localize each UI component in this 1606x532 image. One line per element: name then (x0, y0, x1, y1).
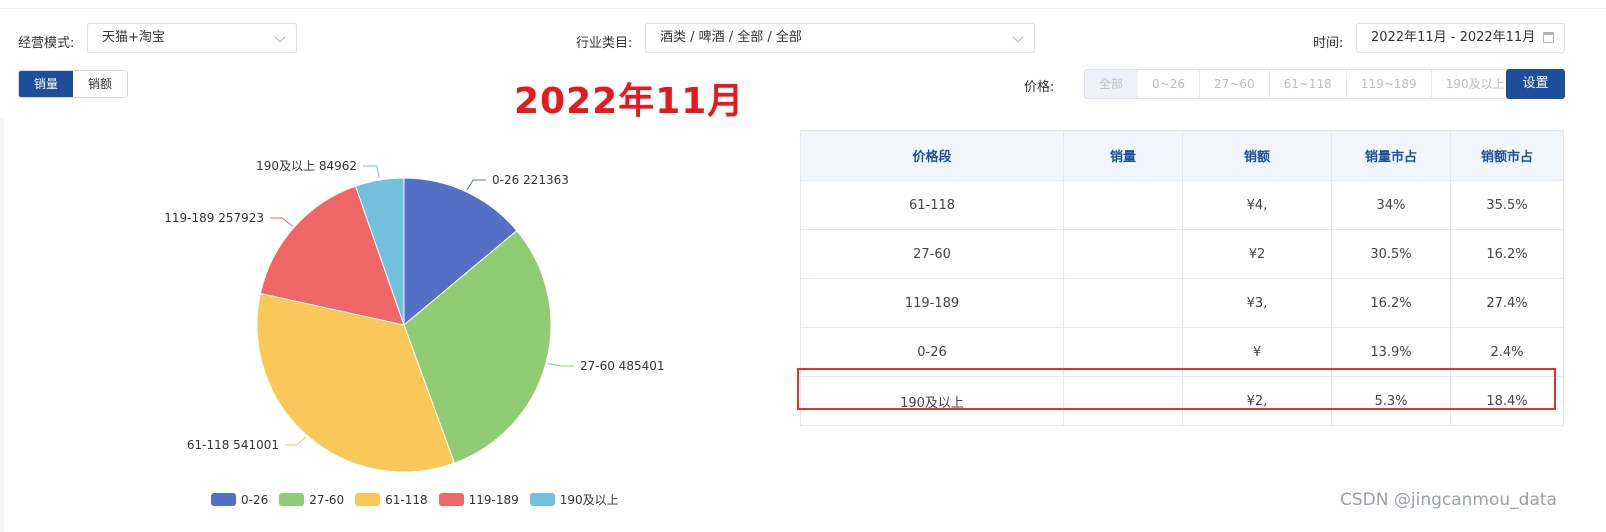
chart-legend: 0-26 27-60 61-118 119-189 190及以上 (211, 491, 630, 508)
col-price-segment: 价格段 (800, 130, 1064, 181)
legend-item[interactable]: 27-60 (279, 493, 344, 507)
price-option-all[interactable]: 全部 (1085, 70, 1138, 98)
leader-line (547, 363, 574, 367)
category-value: 酒类 / 啤酒 / 全部 / 全部 (660, 30, 802, 45)
cell-amount-share: 16.2% (1450, 229, 1564, 279)
table-row: 119-189 ¥3, 16.2% 27.4% (800, 278, 1564, 328)
legend-label: 190及以上 (559, 493, 619, 507)
time-label: 时间: (1313, 36, 1344, 51)
slice-label: 0-26 221363 (492, 173, 569, 187)
price-option-61-118[interactable]: 61~118 (1268, 70, 1346, 98)
cell-segment: 61-118 (800, 180, 1064, 230)
table-row: 27-60 ¥2 30.5% 16.2% (800, 229, 1564, 279)
cell-amount-share: 35.5% (1450, 180, 1564, 230)
leader-line (285, 436, 307, 446)
table-row: 61-118 ¥4, 34% 35.5% (800, 180, 1564, 230)
legend-swatch (529, 493, 555, 506)
price-option-119-189[interactable]: 119~189 (1345, 70, 1431, 98)
legend-label: 119-189 (468, 492, 519, 507)
col-sales-amount: 销额 (1182, 130, 1332, 181)
cell-amount: ¥3, (1182, 278, 1332, 328)
legend-swatch (279, 493, 305, 506)
legend-swatch (355, 493, 381, 506)
sales-volume-button[interactable]: 销量 (19, 71, 74, 97)
top-divider (0, 8, 1606, 9)
legend-swatch (211, 493, 236, 506)
slice-label: 61-118 541001 (187, 438, 279, 452)
col-sales-volume: 销量 (1063, 130, 1183, 181)
legend-label: 27-60 (309, 492, 345, 507)
highlight-box (797, 368, 1556, 410)
legend-item[interactable]: 61-118 (355, 493, 428, 507)
cell-volume-share: 16.2% (1331, 278, 1451, 328)
cell-segment: 27-60 (800, 229, 1064, 279)
col-amount-share: 销额市占 (1450, 130, 1564, 181)
cell-segment: 119-189 (800, 278, 1064, 328)
business-mode-value: 天猫+淘宝 (102, 30, 165, 45)
price-option-0-26[interactable]: 0~26 (1137, 70, 1199, 98)
table-header-row: 价格段 销量 销额 销量市占 销额市占 (800, 130, 1564, 181)
settings-button[interactable]: 设置 (1506, 69, 1565, 99)
category-label: 行业类目: (576, 36, 633, 51)
slice-label: 119-189 257923 (164, 211, 264, 225)
cell-volume (1063, 278, 1183, 328)
price-range-filter: 全部 0~26 27~60 61~118 119~189 190及以上 (1084, 69, 1520, 99)
leader-line (363, 165, 380, 179)
cell-amount: ¥4, (1182, 180, 1332, 230)
leader-line (466, 179, 486, 191)
chevron-down-icon (1012, 31, 1024, 43)
legend-label: 61-118 (385, 492, 428, 507)
category-select[interactable]: 酒类 / 啤酒 / 全部 / 全部 (645, 23, 1035, 53)
chevron-down-icon (274, 31, 286, 43)
legend-swatch (438, 493, 464, 506)
cell-volume-share: 34% (1331, 180, 1451, 230)
sales-amount-button[interactable]: 销额 (73, 71, 128, 97)
pie-chart: 0-26 221363 27-60 485401 61-118 541001 119-… (164, 159, 665, 473)
metric-toggle: 销量 销额 (18, 70, 129, 98)
slice-label: 27-60 485401 (580, 359, 665, 373)
business-mode-select[interactable]: 天猫+淘宝 (87, 23, 297, 53)
business-mode-label: 经营模式: (18, 36, 75, 51)
slice-label: 190及以上 84962 (256, 159, 357, 173)
cell-volume (1063, 180, 1183, 230)
legend-label: 0-26 (241, 492, 269, 507)
price-label: 价格: (1024, 80, 1055, 95)
leader-line (270, 217, 293, 227)
legend-item[interactable]: 0-26 (211, 493, 268, 507)
time-range-picker[interactable]: 2022年11月 - 2022年11月 (1356, 23, 1565, 53)
col-volume-share: 销量市占 (1331, 130, 1451, 181)
cell-amount: ¥2 (1182, 229, 1332, 279)
cell-volume (1063, 229, 1183, 279)
time-range-value: 2022年11月 - 2022年11月 (1371, 30, 1536, 45)
calendar-icon (1543, 32, 1554, 43)
legend-item[interactable]: 190及以上 (529, 491, 619, 508)
cell-amount-share: 27.4% (1450, 278, 1564, 328)
cell-volume-share: 30.5% (1331, 229, 1451, 279)
price-option-27-60[interactable]: 27~60 (1198, 70, 1269, 98)
watermark: CSDN @jingcanmou_data (1340, 490, 1557, 510)
legend-item[interactable]: 119-189 (438, 492, 519, 507)
